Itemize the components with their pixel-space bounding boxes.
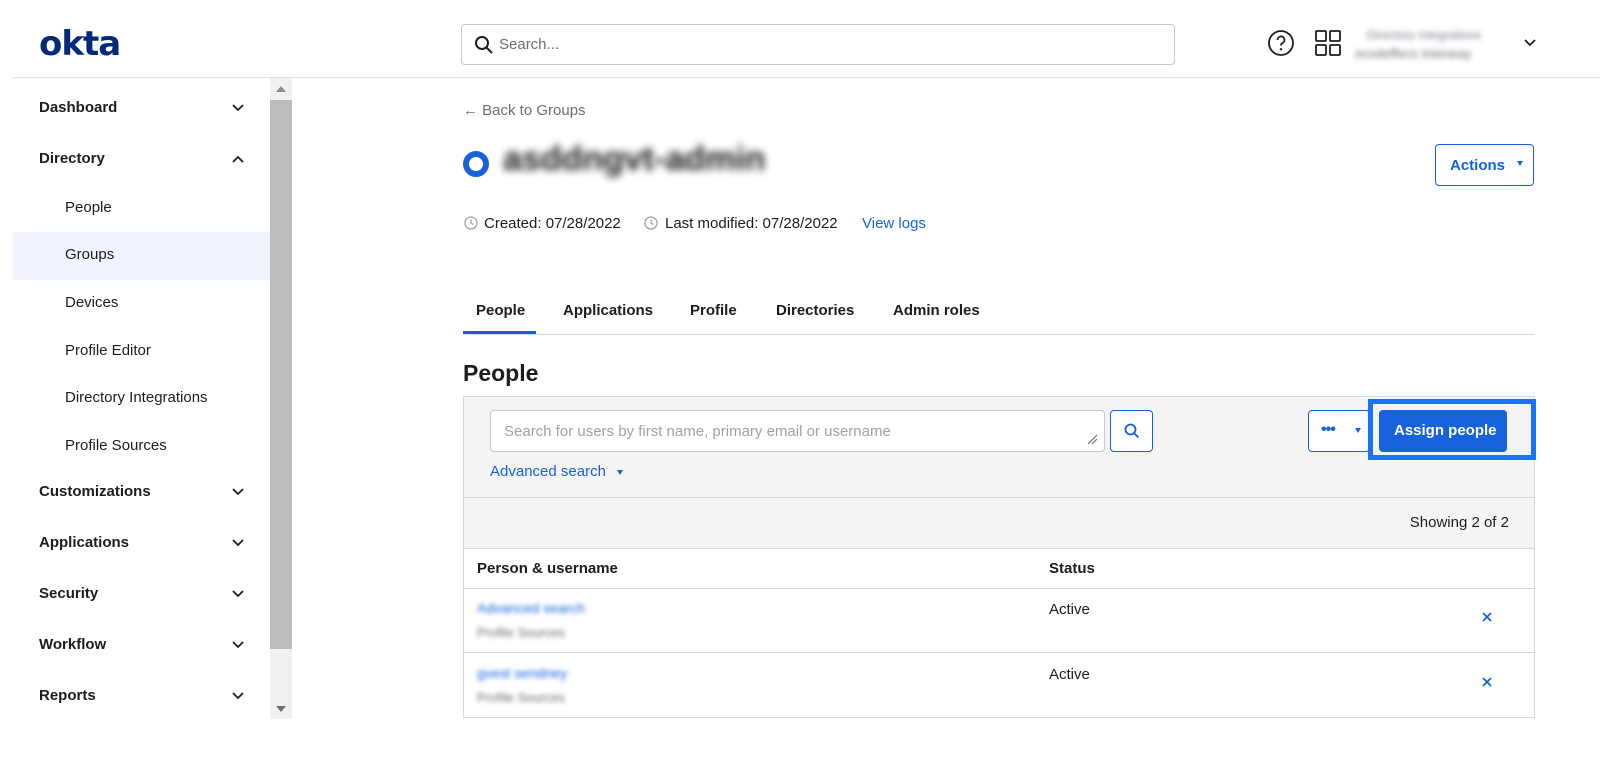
sidebar-section-label: Directory	[39, 150, 105, 167]
sidebar-item-label: Directory Integrations	[65, 389, 208, 406]
chevron-down-icon	[232, 104, 244, 112]
actions-button[interactable]: Actions	[1435, 144, 1534, 186]
back-to-groups-link[interactable]: ← Back to Groups	[463, 102, 586, 119]
sidebar-section-label: Workflow	[39, 636, 107, 653]
sidebar-section-label: Applications	[39, 534, 130, 551]
view-logs-link[interactable]: View logs	[862, 215, 926, 232]
last-modified-date: Last modified: 07/28/2022	[665, 215, 838, 232]
user-menu[interactable]: Directory Integrations ecodeffecs Intene…	[1355, 26, 1515, 66]
scroll-up-arrow-icon[interactable]	[276, 86, 286, 92]
tab-admin-roles[interactable]: Admin roles	[893, 302, 980, 319]
user-name: ecodeffecs Inteneay	[1355, 46, 1472, 61]
results-count-bar: Showing 2 of 2	[464, 498, 1534, 549]
global-search-input[interactable]: Search...	[461, 24, 1175, 65]
sidebar-item-directory-integrations[interactable]: Directory Integrations	[13, 375, 270, 423]
caret-down-icon	[1355, 428, 1361, 433]
sidebar-item-groups[interactable]: Groups	[13, 232, 270, 280]
more-dots-icon: •••	[1321, 421, 1336, 438]
active-tab-indicator	[463, 331, 536, 334]
caret-down-icon	[617, 470, 623, 475]
okta-logo[interactable]: okta	[39, 24, 121, 64]
table-row: Advanced search Profile Sources Active	[464, 589, 1534, 653]
person-username: Profile Sources	[477, 690, 566, 705]
results-count: Showing 2 of 2	[1409, 514, 1509, 531]
sidebar-scrollbar-thumb[interactable]	[270, 100, 292, 649]
sidebar-item-profile-editor[interactable]: Profile Editor	[13, 328, 270, 376]
sidebar-item-label: Profile Sources	[65, 437, 167, 454]
assign-people-label: Assign people	[1394, 422, 1497, 439]
table-row: gvest sendney Profile Sources Active	[464, 654, 1534, 718]
chevron-up-icon	[232, 155, 244, 163]
person-username: Profile Sources	[477, 625, 566, 640]
people-section-title: People	[463, 360, 539, 386]
resize-handle-icon[interactable]	[1086, 433, 1098, 445]
sidebar-section-customizations[interactable]: Customizations	[13, 473, 270, 513]
caret-down-icon	[1517, 161, 1523, 166]
sidebar-item-people[interactable]: People	[13, 185, 270, 233]
tab-profile[interactable]: Profile	[690, 302, 737, 319]
group-name-title: asddngvt-admin	[503, 140, 766, 178]
chevron-down-icon	[232, 539, 244, 547]
tab-directories[interactable]: Directories	[776, 302, 854, 319]
user-search-input[interactable]: Search for users by first name, primary …	[490, 410, 1105, 452]
sidebar-section-label: Reports	[39, 687, 96, 704]
chevron-down-icon	[232, 488, 244, 496]
org-name: Directory Integrations	[1367, 28, 1482, 42]
actions-button-label: Actions	[1450, 157, 1506, 174]
sidebar-section-directory[interactable]: Directory	[13, 140, 270, 180]
sidebar-item-label: Devices	[65, 294, 119, 311]
remove-x-icon[interactable]	[1479, 674, 1495, 690]
person-name-link[interactable]: Advanced search	[477, 600, 585, 616]
chevron-down-icon	[232, 590, 244, 598]
tab-applications[interactable]: Applications	[563, 302, 653, 319]
search-icon	[475, 36, 493, 54]
group-icon	[463, 151, 489, 177]
column-header-person: Person & username	[477, 560, 618, 577]
sidebar-nav: Dashboard Directory People Groups Device…	[13, 78, 270, 719]
sidebar-section-workflow[interactable]: Workflow	[13, 626, 270, 666]
sidebar-section-label: Customizations	[39, 483, 151, 500]
clock-icon	[644, 216, 658, 230]
person-status: Active	[1049, 666, 1090, 683]
clock-icon	[464, 216, 478, 230]
assign-people-button[interactable]: Assign people	[1379, 410, 1507, 452]
created-date: Created: 07/28/2022	[484, 215, 621, 232]
sidebar-section-security[interactable]: Security	[13, 575, 270, 615]
sidebar-section-dashboard[interactable]: Dashboard	[13, 89, 270, 129]
help-icon[interactable]	[1267, 29, 1295, 57]
chevron-down-icon[interactable]	[1523, 38, 1537, 48]
user-search-button[interactable]	[1110, 410, 1153, 452]
person-status: Active	[1049, 601, 1090, 618]
sidebar-section-label: Security	[39, 585, 99, 602]
tab-people[interactable]: People	[476, 302, 525, 319]
scroll-down-arrow-icon[interactable]	[276, 706, 286, 712]
advanced-search-link[interactable]: Advanced search	[490, 463, 606, 480]
app-grid-icon[interactable]	[1314, 29, 1342, 57]
people-toolbar: Search for users by first name, primary …	[464, 397, 1534, 498]
sidebar-section-reports[interactable]: Reports	[13, 677, 270, 717]
group-tabs: People Applications Profile Directories …	[463, 290, 1535, 335]
search-placeholder: Search...	[499, 36, 560, 53]
sidebar-section-label: Dashboard	[39, 99, 118, 116]
sidebar-item-label: Profile Editor	[65, 342, 151, 359]
person-name-link[interactable]: gvest sendney	[477, 665, 567, 681]
more-options-button[interactable]: •••	[1308, 410, 1370, 452]
sidebar-item-label: People	[65, 199, 112, 216]
sidebar-section-applications[interactable]: Applications	[13, 524, 270, 564]
sidebar-item-profile-sources[interactable]: Profile Sources	[13, 423, 270, 471]
chevron-down-icon	[232, 641, 244, 649]
chevron-down-icon	[232, 692, 244, 700]
people-panel: Search for users by first name, primary …	[463, 396, 1535, 719]
search-icon	[1124, 423, 1140, 439]
column-header-status: Status	[1049, 560, 1095, 577]
user-search-placeholder: Search for users by first name, primary …	[504, 423, 891, 440]
table-header: Person & username Status	[464, 549, 1534, 589]
sidebar-item-label: Groups	[65, 246, 115, 263]
remove-x-icon[interactable]	[1479, 609, 1495, 625]
sidebar-item-devices[interactable]: Devices	[13, 280, 270, 328]
